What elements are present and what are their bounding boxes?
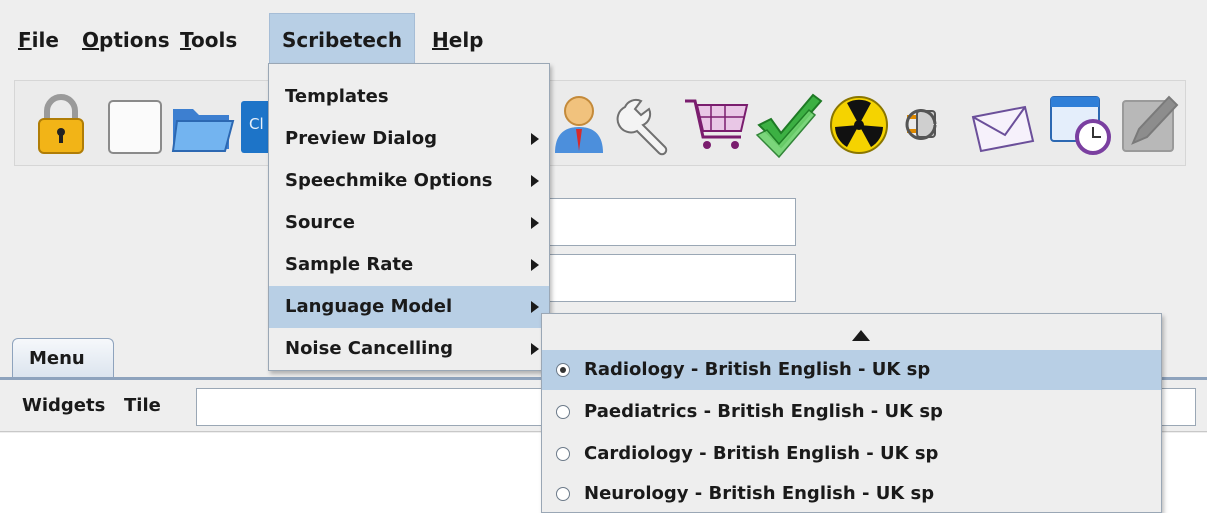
radio-selected-icon [556, 363, 570, 377]
submenu-arrow-icon [531, 217, 539, 229]
language-option-neurology[interactable]: Neurology - British English - UK sp [542, 474, 1161, 512]
menu-tools-mnemonic: T [180, 28, 191, 52]
menu-item-label: Templates [285, 86, 389, 107]
menu-scribetech-label: Scribetech [282, 28, 403, 52]
edit-disabled-icon [1115, 87, 1187, 159]
menu-item-label: Source [285, 212, 355, 233]
menu-item-source[interactable]: Source [269, 202, 549, 244]
plug-icon[interactable] [899, 87, 959, 159]
menu-item-label: Noise Cancelling [285, 338, 454, 359]
envelope-icon[interactable] [967, 87, 1039, 159]
language-option-label: Cardiology - British English - UK sp [584, 443, 939, 464]
submenu-arrow-icon [531, 343, 539, 355]
menu-item-label: Sample Rate [285, 254, 414, 275]
wrench-icon[interactable] [611, 87, 683, 159]
menu-item-templates[interactable]: Templates [269, 76, 549, 118]
user-icon[interactable] [549, 87, 609, 159]
submenu-scroll-up[interactable] [542, 314, 1161, 348]
main-toolbar: Cl [14, 80, 1186, 166]
menu-item-label: Speechmike Options [285, 170, 493, 191]
scribetech-dropdown: Templates Preview Dialog Speechmike Opti… [268, 63, 550, 371]
submenu-arrow-icon [531, 301, 539, 313]
language-option-label: Radiology - British English - UK sp [584, 359, 931, 380]
radio-unselected-icon [556, 405, 570, 419]
folder-open-icon[interactable] [167, 87, 239, 159]
menu-options-label: ptions [99, 28, 170, 52]
lock-icon[interactable] [25, 87, 97, 159]
submenu-arrow-icon [531, 259, 539, 271]
menu-options[interactable]: Options [82, 22, 170, 58]
text-field-2[interactable] [520, 254, 796, 302]
submenu-arrow-icon [531, 175, 539, 187]
language-option-cardiology[interactable]: Cardiology - British English - UK sp [542, 434, 1161, 474]
language-model-submenu: Radiology - British English - UK sp Paed… [541, 313, 1162, 513]
tile-menu[interactable]: Tile [124, 380, 161, 432]
window-clock-icon[interactable] [1045, 87, 1117, 159]
shopping-cart-icon[interactable] [681, 87, 753, 159]
menu-item-label: Language Model [285, 296, 453, 317]
menu-scribetech[interactable]: Scribetech [269, 13, 416, 65]
tab-menu-label: Menu [29, 348, 85, 369]
menu-help-label: elp [448, 28, 484, 52]
menu-item-noise-cancelling[interactable]: Noise Cancelling [269, 328, 549, 370]
language-option-label: Paediatrics - British English - UK sp [584, 401, 943, 422]
menu-item-preview-dialog[interactable]: Preview Dialog [269, 118, 549, 160]
language-option-radiology[interactable]: Radiology - British English - UK sp [542, 350, 1161, 390]
scroll-up-arrow-icon [852, 330, 870, 341]
radio-unselected-icon [556, 447, 570, 461]
menu-item-label: Preview Dialog [285, 128, 437, 149]
radio-unselected-icon [556, 487, 570, 501]
blue-button-partial-label: Cl [249, 115, 264, 133]
widgets-menu[interactable]: Widgets [22, 380, 105, 432]
menu-item-speechmike-options[interactable]: Speechmike Options [269, 160, 549, 202]
text-field-1[interactable] [520, 198, 796, 246]
menu-item-sample-rate[interactable]: Sample Rate [269, 244, 549, 286]
menu-tools[interactable]: Tools [180, 22, 237, 58]
menu-options-mnemonic: O [82, 28, 100, 52]
menu-file-label: ile [31, 28, 59, 52]
menu-file[interactable]: File [18, 22, 59, 58]
menu-help[interactable]: Help [432, 22, 484, 58]
submenu-arrow-icon [531, 133, 539, 145]
blue-button-icon[interactable]: Cl [239, 87, 271, 159]
menu-file-mnemonic: F [18, 28, 32, 52]
menu-help-mnemonic: H [432, 28, 449, 52]
menu-bar: File Options Tools Scribetech Help [0, 0, 1207, 80]
tab-menu[interactable]: Menu [12, 338, 114, 378]
radiation-icon[interactable] [825, 87, 897, 159]
menu-item-language-model[interactable]: Language Model [269, 286, 549, 328]
language-option-paediatrics[interactable]: Paediatrics - British English - UK sp [542, 392, 1161, 432]
menu-tools-label: ools [191, 28, 238, 52]
blank-page-icon[interactable] [101, 87, 173, 159]
double-check-icon[interactable] [753, 87, 825, 159]
language-option-label: Neurology - British English - UK sp [584, 483, 935, 504]
